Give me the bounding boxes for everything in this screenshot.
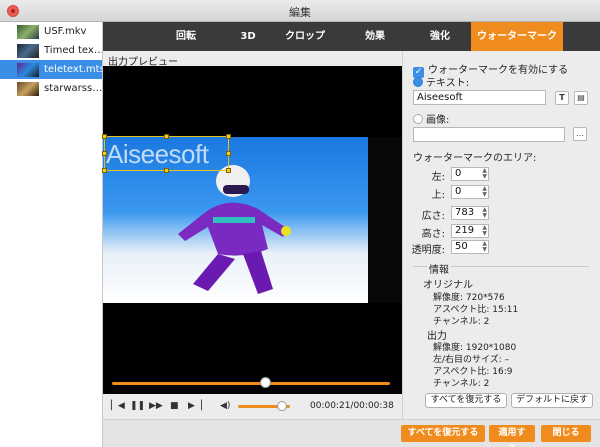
image-option-radio[interactable]: 画像: xyxy=(413,111,449,126)
info-heading: 情報 xyxy=(427,261,451,276)
resize-handle-bottom-right[interactable] xyxy=(226,168,231,173)
video-letterbox xyxy=(368,137,402,303)
file-name: teletext.mts xyxy=(44,64,102,75)
skip-start-icon[interactable]: ▏◀ xyxy=(111,400,125,412)
skier-image xyxy=(178,165,291,294)
fast-forward-icon[interactable]: ▶▶ xyxy=(149,400,163,412)
text-option-radio[interactable]: テキスト: xyxy=(413,74,469,89)
edit-tab-bar: 回転 3D クロップ 効果 強化 ウォーターマーク xyxy=(103,22,600,51)
top-value: 0 xyxy=(455,186,462,197)
window-title: 編集 xyxy=(289,6,311,19)
file-item-teletext[interactable]: teletext.mts xyxy=(0,60,102,79)
tab-spacer xyxy=(103,22,145,51)
reset-default-button[interactable]: デフォルトに戻す xyxy=(511,393,593,408)
watermark-area-label: ウォーターマークのエリア: xyxy=(413,153,537,164)
tab-watermark[interactable]: ウォーターマーク xyxy=(471,22,563,51)
tab-3d[interactable]: 3D xyxy=(227,22,269,51)
tab-rotate[interactable]: 回転 xyxy=(145,22,227,51)
height-field-label: 高さ: xyxy=(421,229,445,240)
volume-slider[interactable] xyxy=(238,401,290,411)
tab-enhance[interactable]: 強化 xyxy=(409,22,471,51)
title-bar: 編集 xyxy=(0,0,600,22)
file-name: starwarss… xyxy=(44,83,102,94)
volume-knob[interactable] xyxy=(277,401,288,411)
stepper-arrows-icon[interactable]: ▲ ▼ xyxy=(482,225,487,237)
watermark-settings-panel: ✓ ウォーターマークを有効にする テキスト: Aiseesoft T ▤ 画像: … xyxy=(402,51,600,419)
text-option-label: テキスト: xyxy=(426,78,470,89)
video-preview: Aiseesoft xyxy=(102,66,402,394)
opacity-stepper[interactable]: 50 ▲ ▼ xyxy=(451,240,489,254)
left-stepper[interactable]: 0 ▲ ▼ xyxy=(451,167,489,181)
radio-unselected-icon xyxy=(413,114,423,124)
file-item-timed-text[interactable]: Timed tex… xyxy=(0,41,102,60)
radio-selected-icon xyxy=(413,77,423,87)
time-display: 00:00:21/00:00:38 xyxy=(310,401,394,411)
skip-end-icon[interactable]: ▶▕ xyxy=(188,400,202,412)
resize-handle-right[interactable] xyxy=(226,151,231,156)
apply-button[interactable]: 適用する xyxy=(489,425,535,447)
pause-icon[interactable]: ❚❚ xyxy=(130,400,145,412)
text-style-button[interactable]: ▤ xyxy=(574,91,588,105)
restore-all-panel-button[interactable]: すべてを復元する xyxy=(425,393,507,408)
video-thumbnail xyxy=(17,63,39,77)
playback-controls: ▏◀ ❚❚ ▶▶ ■ ▶▕ ◀) 00:00:21/00:00:38 xyxy=(103,394,402,419)
image-path-input[interactable] xyxy=(413,127,565,142)
height-value: 219 xyxy=(455,225,475,236)
opacity-field-label: 透明度: xyxy=(411,245,445,256)
watermark-overlay[interactable]: Aiseesoft xyxy=(102,134,231,173)
file-item-starwars[interactable]: starwarss… xyxy=(0,79,102,98)
stop-icon[interactable]: ■ xyxy=(170,400,179,412)
left-field-label: 左: xyxy=(431,172,445,183)
height-stepper[interactable]: 219 ▲ ▼ xyxy=(451,224,489,238)
top-stepper[interactable]: 0 ▲ ▼ xyxy=(451,185,489,199)
resize-handle-bottom-left[interactable] xyxy=(102,168,107,173)
watermark-text-preview: Aiseesoft xyxy=(106,139,209,169)
resize-handle-left[interactable] xyxy=(102,151,107,156)
stepper-arrows-icon[interactable]: ▲ ▼ xyxy=(482,241,487,253)
resize-handle-bottom[interactable] xyxy=(164,168,169,173)
file-name: Timed tex… xyxy=(44,45,102,56)
file-item-usf[interactable]: USF.mkv xyxy=(0,22,102,41)
volume-icon[interactable]: ◀) xyxy=(220,400,230,412)
original-heading: オリジナル xyxy=(423,280,473,291)
width-field-label: 広さ: xyxy=(421,211,445,222)
stepper-arrows-icon[interactable]: ▲ ▼ xyxy=(482,207,487,219)
bottom-action-bar: すべてを復元する 適用する 閉じる xyxy=(103,419,600,447)
video-thumbnail xyxy=(17,44,39,58)
text-font-button[interactable]: T xyxy=(555,91,569,105)
file-name: USF.mkv xyxy=(44,26,87,37)
watermark-text-input[interactable]: Aiseesoft xyxy=(413,90,546,105)
tab-effect[interactable]: 効果 xyxy=(341,22,409,51)
left-value: 0 xyxy=(455,168,462,179)
resize-handle-top-left[interactable] xyxy=(102,134,107,139)
video-thumbnail xyxy=(17,25,39,39)
resize-handle-top-right[interactable] xyxy=(226,134,231,139)
timeline-slider[interactable] xyxy=(112,377,390,388)
tab-crop[interactable]: クロップ xyxy=(269,22,341,51)
resize-handle-top[interactable] xyxy=(164,134,169,139)
original-channels: チャンネル: 2 xyxy=(433,317,490,327)
output-channels: チャンネル: 2 xyxy=(433,379,490,389)
width-stepper[interactable]: 783 ▲ ▼ xyxy=(451,206,489,220)
width-value: 783 xyxy=(455,207,475,218)
restore-all-button[interactable]: すべてを復元する xyxy=(401,425,485,442)
file-list: USF.mkv Timed tex… teletext.mts starwars… xyxy=(0,22,103,447)
close-button[interactable]: 閉じる xyxy=(541,425,591,442)
stepper-arrows-icon[interactable]: ▲ ▼ xyxy=(482,186,487,198)
browse-image-button[interactable]: … xyxy=(573,127,587,141)
stepper-arrows-icon[interactable]: ▲ ▼ xyxy=(482,168,487,180)
image-option-label: 画像: xyxy=(426,115,450,126)
top-field-label: 上: xyxy=(431,190,445,201)
timeline-playhead[interactable] xyxy=(259,377,271,388)
opacity-value: 50 xyxy=(455,241,468,252)
video-thumbnail xyxy=(17,82,39,96)
